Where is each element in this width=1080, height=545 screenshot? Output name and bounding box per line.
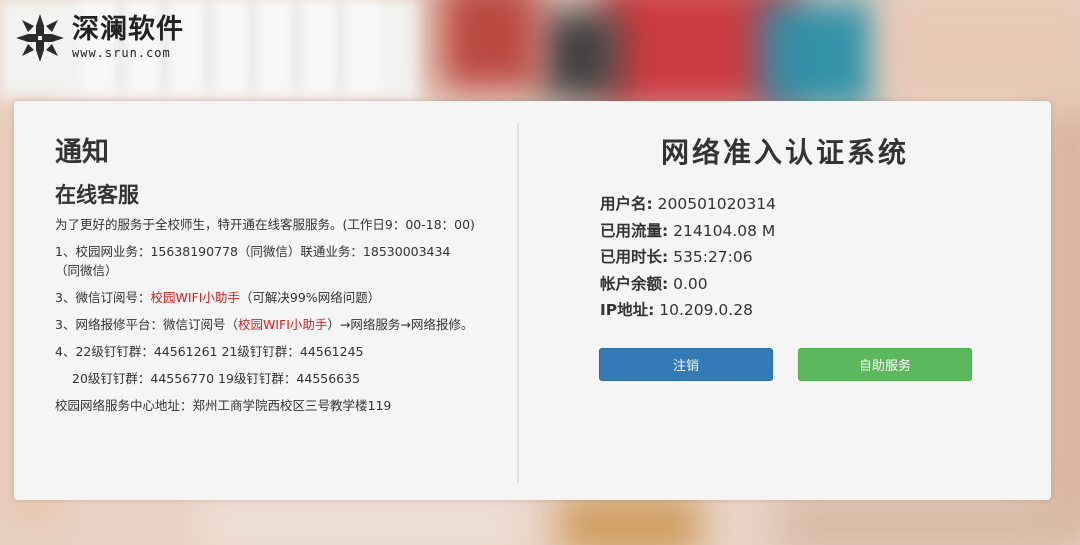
- wechat-assistant-link[interactable]: 校园WIFI小助手: [150, 290, 239, 305]
- ip-row: IP地址: 10.209.0.28: [600, 297, 776, 324]
- self-service-button[interactable]: 自助服务: [798, 348, 972, 381]
- auth-system-title: 网络准入认证系统: [660, 136, 909, 169]
- ip-value: 10.209.0.28: [659, 301, 753, 319]
- balance-label: 帐户余额:: [600, 274, 669, 293]
- notice-title: 通知: [55, 137, 109, 168]
- brand-url: www.srun.com: [72, 46, 171, 60]
- balance-row: 帐户余额: 0.00: [600, 271, 776, 298]
- notice-line-dingtalk-1: 4、22级钉钉群：44561261 21级钉钉群：44561245: [55, 344, 364, 359]
- traffic-label: 已用流量:: [600, 221, 669, 240]
- panel-divider: [517, 123, 519, 483]
- username-value: 200501020314: [657, 195, 776, 213]
- ip-label: IP地址:: [600, 301, 655, 319]
- balance-value: 0.00: [673, 274, 708, 293]
- notice-line-repair: 3、网络报修平台：微信订阅号（校园WIFI小助手）→网络服务→网络报修。: [55, 315, 475, 334]
- duration-value: 535:27:06: [673, 248, 753, 266]
- main-panel: 通知 在线客服 为了更好的服务于全校师生，特开通在线客服服务。(工作日9：00-…: [14, 101, 1051, 500]
- notice-line-wechat: 3、微信订阅号：校园WIFI小助手（可解决99%网络问题）: [55, 288, 475, 307]
- brand-name: 深澜软件: [72, 14, 184, 45]
- brand-header: 深澜软件 www.srun.com: [14, 12, 184, 64]
- notice-line-wechat-suffix: （可解决99%网络问题）: [239, 290, 381, 305]
- duration-label: 已用时长:: [600, 248, 669, 266]
- notice-line-repair-suffix: ）→网络服务→网络报修。: [327, 317, 474, 332]
- traffic-value: 214104.08 M: [673, 221, 776, 240]
- notice-section: 通知 在线客服 为了更好的服务于全校师生，特开通在线客服服务。(工作日9：00-…: [55, 135, 475, 423]
- notice-line-dingtalk-2: 20级钉钉群：44556770 19级钉钉群：44556635: [72, 371, 361, 386]
- logout-button[interactable]: 注销: [599, 348, 773, 381]
- auth-section: 网络准入认证系统 用户名: 200501020314 已用流量: 214104.…: [519, 135, 1051, 381]
- notice-subtitle: 在线客服: [55, 183, 139, 207]
- username-row: 用户名: 200501020314: [600, 191, 776, 218]
- duration-row: 已用时长: 535:27:06: [600, 244, 776, 271]
- notice-line-campus-business: 1、校园网业务：15638190778（同微信）联通业务：18530003434…: [55, 244, 451, 278]
- notice-intro: 为了更好的服务于全校师生，特开通在线客服服务。(工作日9：00-18：00): [55, 217, 475, 232]
- notice-line-repair-prefix: 3、网络报修平台：微信订阅号（: [55, 317, 238, 332]
- notice-line-address: 校园网络服务中心地址：郑州工商学院西校区三号教学楼119: [55, 398, 392, 413]
- repair-assistant-link[interactable]: 校园WIFI小助手: [238, 317, 327, 332]
- account-info: 用户名: 200501020314 已用流量: 214104.08 M 已用时长…: [600, 191, 776, 324]
- srun-logo-icon: [14, 12, 66, 64]
- notice-line-wechat-prefix: 3、微信订阅号：: [55, 290, 151, 305]
- traffic-row: 已用流量: 214104.08 M: [600, 218, 776, 245]
- username-label: 用户名:: [600, 195, 653, 213]
